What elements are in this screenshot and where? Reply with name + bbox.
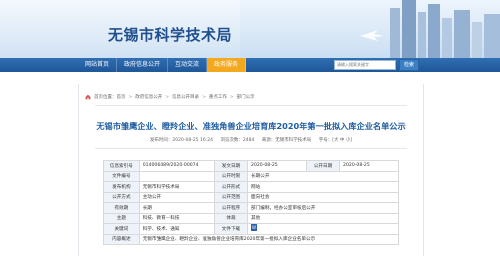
value-open-date: 2020-08-25 bbox=[339, 160, 399, 172]
value-index: 014006489/2020-00074 bbox=[138, 160, 215, 172]
value-issue-date: 2020-08-25 bbox=[247, 160, 307, 172]
breadcrumb-home[interactable]: 首页位置：首页 bbox=[94, 94, 126, 100]
nav-gov-info[interactable]: 政府信息公开 bbox=[117, 58, 169, 72]
label-genre: 体裁 bbox=[213, 212, 249, 224]
skyline-banner-icon bbox=[240, 0, 500, 58]
value-open-scope: 面向社会 bbox=[247, 191, 399, 203]
publish-date: 发布时间：2020-08-25 16:24 bbox=[149, 138, 213, 143]
value-time-limit: 长期公开 bbox=[247, 170, 399, 182]
label-download: 文件下载 bbox=[213, 223, 249, 235]
value-open-form: 网站 bbox=[247, 181, 399, 193]
label-issue-date: 发文日期 bbox=[213, 160, 249, 172]
title-container: 无锡市雏鹰企业、瞪羚企业、准独角兽企业培育库2020年第一批拟入库企业名单公示 bbox=[79, 114, 423, 133]
site-header: 无锡市科学技术局 bbox=[0, 0, 500, 58]
search-bar: 检索 bbox=[334, 59, 420, 71]
label-open-method: 公开方式 bbox=[103, 191, 140, 203]
value-summary: 无锡市雏鹰企业、瞪羚企业、准独角兽企业培育库2020年第一批拟入库企业名单公示 bbox=[138, 233, 400, 245]
nav-home[interactable]: 网站首页 bbox=[78, 58, 118, 72]
article-title: 无锡市雏鹰企业、瞪羚企业、准独角兽企业培育库2020年第一批拟入库企业名单公示 bbox=[96, 121, 406, 131]
font-size-control[interactable]: 字号：[大 中 小] bbox=[319, 138, 352, 143]
word-doc-icon[interactable]: W bbox=[251, 224, 258, 232]
svg-text:W: W bbox=[252, 225, 256, 230]
download-cell: W bbox=[247, 223, 399, 235]
breadcrumb-dept-notice[interactable]: 部门公示 bbox=[237, 94, 255, 100]
table-row: 公开方式 主动公开 公开范围 面向社会 bbox=[103, 191, 399, 203]
label-keywords: 关键词 bbox=[103, 223, 140, 235]
label-time-limit: 公开时限 bbox=[213, 170, 249, 182]
value-topic: 科技、教育－科技 bbox=[138, 212, 215, 224]
table-row: 有效期 长期 公开程序 部门编制，经办公室审核后公开 bbox=[103, 202, 399, 214]
label-topic: 主题 bbox=[103, 212, 140, 224]
divider bbox=[95, 105, 407, 106]
article-panel: 首页位置：首页 > 政府信息公开 > 信息公开目录 > 重点工作 > 部门公示 … bbox=[78, 84, 424, 256]
label-summary: 内容概述 bbox=[103, 233, 140, 245]
table-row: 发布机构 无锡市科学技术局 公开形式 网站 bbox=[103, 181, 399, 193]
label-open-date: 公开日期 bbox=[305, 160, 341, 172]
table-row: 关键词 科学、技术、通知 文件下载 W bbox=[103, 223, 399, 235]
value-genre: 其他 bbox=[247, 212, 399, 224]
label-publisher: 发布机构 bbox=[103, 181, 140, 193]
table-row: 内容概述 无锡市雏鹰企业、瞪羚企业、准独角兽企业培育库2020年第一批拟入库企业… bbox=[103, 233, 400, 245]
value-validity: 长期 bbox=[138, 202, 215, 214]
table-row: 主题 科技、教育－科技 体裁 其他 bbox=[103, 212, 399, 224]
value-publisher: 无锡市科学技术局 bbox=[138, 181, 215, 193]
nav-interaction[interactable]: 互动交流 bbox=[168, 58, 208, 72]
table-row: 文件编号 公开时限 长期公开 bbox=[103, 170, 399, 182]
breadcrumb-key-work[interactable]: 重点工作 bbox=[209, 94, 227, 100]
label-index: 信息索引号 bbox=[103, 160, 140, 172]
search-input[interactable] bbox=[334, 60, 396, 70]
breadcrumb-gov-info[interactable]: 政府信息公开 bbox=[135, 94, 162, 100]
search-button[interactable]: 检索 bbox=[399, 59, 420, 71]
breadcrumb: 首页位置：首页 > 政府信息公开 > 信息公开目录 > 重点工作 > 部门公示 bbox=[85, 94, 255, 100]
value-open-method: 主动公开 bbox=[138, 191, 215, 203]
value-keywords: 科学、技术、通知 bbox=[138, 223, 215, 235]
main-nav: 网站首页 政府信息公开 互动交流 政务服务 检索 bbox=[0, 58, 500, 72]
view-count: 浏览次数：2484 bbox=[220, 138, 255, 143]
table-row: 信息索引号 014006489/2020-00074 发文日期 2020-08-… bbox=[103, 160, 399, 172]
source: 来源：无锡市科学技术局 bbox=[261, 138, 312, 143]
article-meta: 发布时间：2020-08-25 16:24 浏览次数：2484 来源：无锡市科学… bbox=[79, 137, 423, 143]
home-icon bbox=[85, 94, 91, 100]
label-open-form: 公开形式 bbox=[213, 181, 249, 193]
label-file-no: 文件编号 bbox=[103, 170, 140, 182]
breadcrumb-catalog[interactable]: 信息公开目录 bbox=[172, 94, 199, 100]
site-logo-title[interactable]: 无锡市科学技术局 bbox=[108, 24, 232, 45]
label-procedure: 公开程序 bbox=[213, 202, 249, 214]
value-file-no bbox=[138, 170, 215, 182]
value-procedure: 部门编制，经办公室审核后公开 bbox=[247, 202, 399, 214]
label-open-scope: 公开范围 bbox=[213, 191, 249, 203]
nav-services[interactable]: 政务服务 bbox=[207, 58, 247, 72]
label-validity: 有效期 bbox=[103, 202, 140, 214]
divider bbox=[95, 148, 407, 149]
info-table: 信息索引号 014006489/2020-00074 发文日期 2020-08-… bbox=[103, 160, 400, 245]
